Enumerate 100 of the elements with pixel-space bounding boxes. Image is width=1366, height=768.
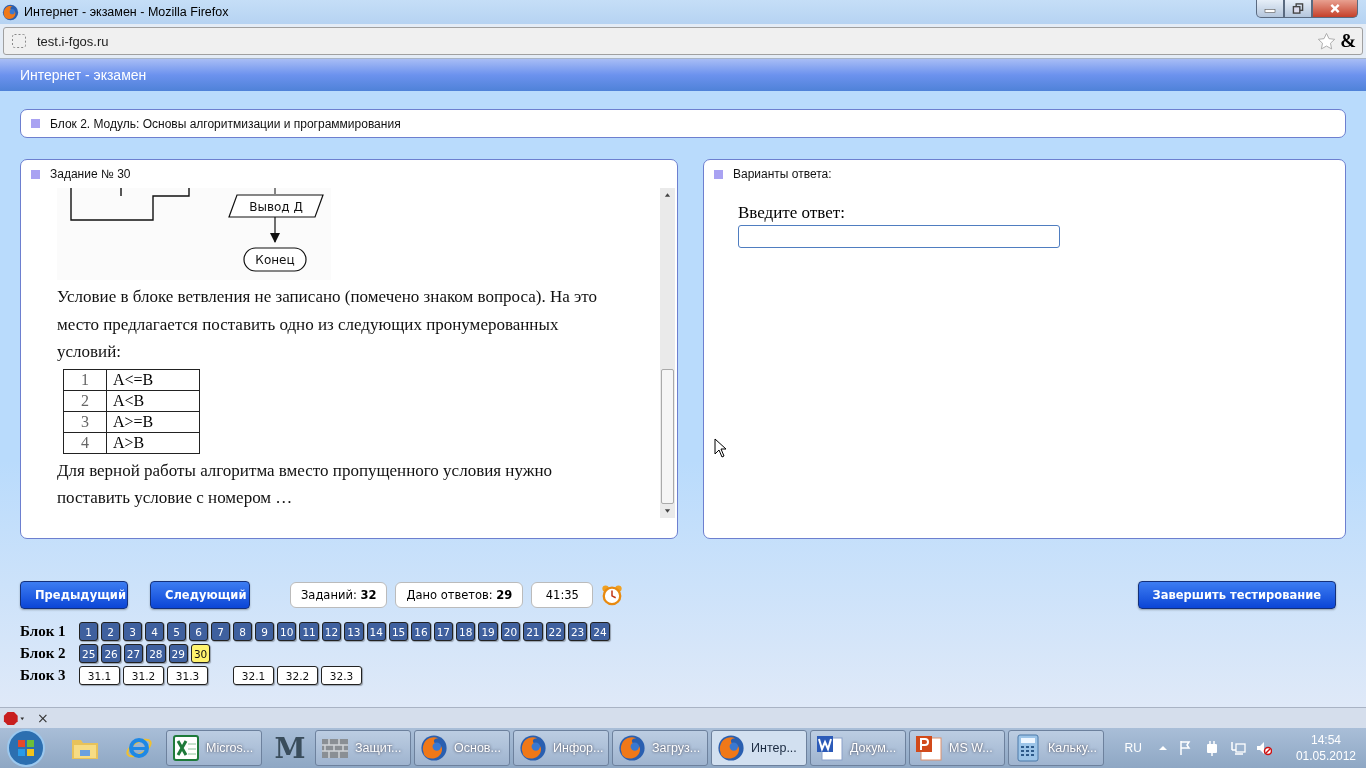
- firefox-icon: [2, 3, 19, 21]
- flowchart-drawing: Вывод Д Конец: [57, 188, 331, 280]
- question-button[interactable]: 18: [456, 622, 476, 641]
- task-heading: Задание № 30: [50, 167, 131, 181]
- previous-button[interactable]: Предыдущий: [20, 581, 128, 609]
- minimize-button[interactable]: [1256, 0, 1284, 18]
- caret-up-icon[interactable]: [1157, 743, 1168, 753]
- question-button[interactable]: 13: [344, 622, 364, 641]
- task-question: Для верной работы алгоритма вместо пропущенного условия нужно поставить условие с номером …: [57, 459, 554, 509]
- question-button[interactable]: 26: [101, 644, 121, 663]
- question-button[interactable]: 31.2: [123, 666, 164, 685]
- question-button[interactable]: 10: [277, 622, 297, 641]
- stop-sign-icon[interactable]: [3, 710, 25, 726]
- bullet-icon: [31, 169, 40, 179]
- table-cell: 4: [63, 432, 107, 453]
- table-cell: A<B: [106, 390, 200, 411]
- restore-icon: [1291, 3, 1305, 14]
- taskbar-button[interactable]: Интер...: [711, 730, 807, 766]
- site-identity-icon[interactable]: [11, 33, 27, 49]
- question-button[interactable]: 1: [79, 622, 98, 641]
- table-cell: 2: [63, 390, 107, 411]
- question-button[interactable]: 6: [189, 622, 208, 641]
- restore-button[interactable]: [1284, 0, 1312, 18]
- question-button[interactable]: 5: [167, 622, 186, 641]
- question-button[interactable]: 8: [233, 622, 252, 641]
- bullet-icon: [31, 119, 40, 128]
- firefox-icon: [717, 734, 745, 762]
- table-cell: A>=B: [106, 411, 200, 432]
- firefox-icon: [420, 734, 448, 762]
- table-cell: 1: [63, 369, 107, 390]
- question-button[interactable]: 28: [146, 644, 166, 663]
- url-text: test.i-fgos.ru: [37, 33, 109, 49]
- word-document-icon: [816, 734, 844, 762]
- alarm-clock-icon: [601, 584, 624, 606]
- question-button[interactable]: 17: [433, 622, 453, 641]
- table-cell: A>B: [106, 432, 200, 453]
- answers-counter: Дано ответов: 29: [395, 582, 524, 608]
- network-icon[interactable]: [1229, 740, 1246, 756]
- firefox-icon: [618, 734, 646, 762]
- question-button[interactable]: 29: [168, 644, 188, 663]
- taskbar-app-button[interactable]: M: [265, 729, 315, 767]
- question-button[interactable]: 23: [567, 622, 588, 641]
- answer-heading: Варианты ответа:: [733, 167, 832, 181]
- question-button[interactable]: 30: [190, 644, 211, 663]
- speaker-muted-icon[interactable]: [1255, 740, 1272, 756]
- question-button[interactable]: 12: [321, 622, 342, 641]
- tasks-counter: Заданий: 32: [290, 582, 388, 608]
- page-title: Интернет - экзамен: [20, 67, 147, 83]
- question-button[interactable]: 25: [79, 644, 99, 663]
- star-icon[interactable]: [1317, 31, 1337, 51]
- calculator-icon: [1014, 734, 1042, 762]
- question-button[interactable]: 22: [545, 622, 565, 641]
- extension-button[interactable]: &: [1340, 31, 1356, 51]
- question-button[interactable]: 3: [123, 622, 142, 641]
- block-label: Блок 1: [20, 623, 67, 640]
- answer-field[interactable]: [738, 225, 1060, 248]
- module-title: Блок 2. Модуль: Основы алгоритмизации и программирования: [50, 116, 401, 131]
- question-button[interactable]: 4: [145, 622, 164, 641]
- question-button[interactable]: 16: [411, 622, 431, 641]
- address-bar[interactable]: test.i-fgos.ru &: [3, 27, 1363, 55]
- question-button[interactable]: 27: [123, 644, 144, 663]
- question-button[interactable]: 9: [255, 622, 274, 641]
- table-cell: A<=B: [106, 369, 200, 390]
- presentation-icon: [915, 734, 943, 762]
- bullet-icon: [714, 169, 723, 179]
- clock-date: 01.05.2012: [1295, 748, 1356, 764]
- question-button[interactable]: 11: [299, 622, 319, 641]
- question-button[interactable]: 21: [523, 622, 543, 641]
- spreadsheet-icon: [172, 734, 200, 762]
- question-button[interactable]: 31.3: [167, 666, 208, 685]
- question-button[interactable]: 15: [388, 622, 409, 641]
- question-button[interactable]: 14: [366, 622, 386, 641]
- timer: 41:35: [531, 582, 594, 608]
- scroll-up-icon[interactable]: [664, 192, 671, 198]
- question-button[interactable]: 19: [478, 622, 498, 641]
- scrollbar[interactable]: [660, 188, 675, 518]
- answer-prompt: Введите ответ:: [738, 204, 845, 222]
- task-text: Условие в блоке ветвления не записано (помечено знаком вопроса). На это место предлагается поставить одно из следующих пронумерованных условий:: [57, 286, 598, 363]
- question-button[interactable]: 24: [590, 622, 610, 641]
- question-button[interactable]: 32.3: [321, 666, 362, 685]
- question-button[interactable]: 7: [211, 622, 230, 641]
- firefox-icon: [519, 734, 547, 762]
- clock-time: 14:54: [1310, 732, 1341, 748]
- question-button[interactable]: 32.2: [277, 666, 318, 685]
- block-label: Блок 3: [20, 667, 67, 684]
- close-button[interactable]: [1312, 0, 1358, 18]
- question-button[interactable]: 32.1: [233, 666, 274, 685]
- next-button[interactable]: Следующий: [150, 581, 250, 609]
- finish-test-button[interactable]: Завершить тестирование: [1137, 581, 1336, 609]
- question-button[interactable]: 20: [500, 622, 521, 641]
- window-title: Интернет - экзамен - Mozilla Firefox: [24, 5, 229, 19]
- start-button[interactable]: [6, 728, 46, 768]
- mouse-pointer-icon: [714, 438, 726, 458]
- close-addon-bar-button[interactable]: ×: [37, 710, 49, 726]
- table-cell: 3: [63, 411, 107, 432]
- question-button[interactable]: 31.1: [79, 666, 120, 685]
- scroll-down-icon[interactable]: [664, 508, 671, 514]
- close-icon: [1328, 3, 1342, 14]
- block-label: Блок 2: [20, 645, 67, 662]
- question-button[interactable]: 2: [101, 622, 120, 641]
